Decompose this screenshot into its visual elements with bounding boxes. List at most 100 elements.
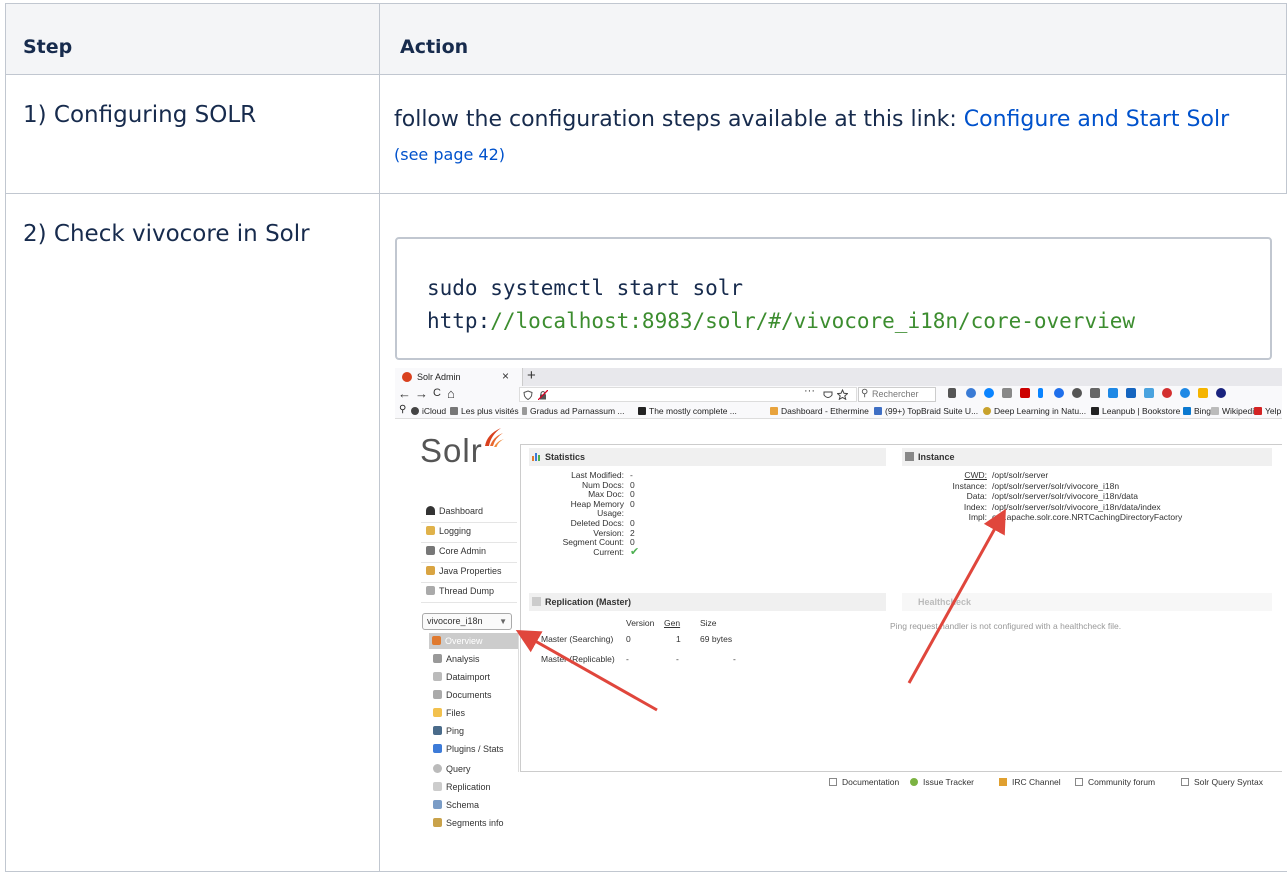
page-ref-link[interactable]: (see page 42) — [394, 145, 505, 164]
core-nav-segments-info[interactable]: Segments info — [433, 818, 504, 828]
core-nav-documents[interactable]: Documents — [433, 690, 492, 700]
logging-icon — [426, 526, 435, 535]
core-nav-label: Schema — [446, 800, 480, 810]
sidebar-item-core-admin[interactable]: Core Admin — [426, 546, 486, 556]
bookmark-mostly-complete[interactable]: The mostly complete ... — [638, 406, 737, 416]
forward-icon[interactable]: → — [415, 386, 428, 401]
new-tab-icon[interactable]: + — [527, 368, 536, 384]
divider — [421, 562, 517, 563]
stat-key: Version: — [593, 527, 624, 538]
healthcheck-title: Healthcheck — [918, 597, 972, 607]
extension-11-icon[interactable] — [1144, 388, 1154, 398]
instance-key: Data: — [966, 491, 987, 501]
bookmark-wikipedia[interactable]: Wikipedia — [1211, 406, 1259, 416]
syntax-icon — [1181, 778, 1189, 786]
thread-dump-icon — [426, 586, 435, 595]
sidebar-label: Logging — [439, 526, 472, 536]
pdf-icon[interactable] — [1020, 388, 1030, 398]
reload-icon[interactable]: C — [433, 387, 441, 399]
configure-solr-link[interactable]: Configure and Start Solr — [964, 107, 1229, 132]
library-icon[interactable] — [948, 388, 956, 398]
extension-3-icon[interactable] — [1002, 388, 1012, 398]
footer-issue-tracker[interactable]: Issue Tracker — [910, 777, 974, 787]
bookmark-label: iCloud — [422, 406, 447, 416]
extension-7-icon[interactable] — [1072, 388, 1082, 398]
bookmark-bing[interactable]: Bing — [1183, 406, 1211, 416]
footer-community-forum[interactable]: Community forum — [1075, 777, 1155, 787]
core-selector[interactable]: vivocore_i18n ▼ — [422, 613, 512, 630]
bookmarks-search-icon[interactable]: ⚲ — [399, 404, 406, 415]
home-icon[interactable]: ⌂ — [447, 386, 455, 401]
search-input[interactable]: ⚲ Rechercher — [858, 387, 936, 402]
browser-tabbar: Solr Admin × + — [395, 368, 1282, 386]
code-line-1: sudo systemctl start solr — [427, 276, 744, 300]
repl-row-version: - — [626, 654, 629, 664]
instance-key: CWD: — [964, 470, 987, 480]
footer-irc-channel[interactable]: IRC Channel — [999, 777, 1061, 787]
yelp-icon — [1254, 407, 1262, 415]
back-icon[interactable]: ← — [398, 386, 411, 401]
bookmark-label: Dashboard - Ethermine — [781, 406, 869, 416]
core-nav-analysis[interactable]: Analysis — [433, 654, 480, 664]
bookmark-leanpub[interactable]: Leanpub | Bookstore — [1091, 406, 1180, 416]
pocket-icon[interactable] — [823, 390, 833, 400]
extension-1-icon[interactable] — [966, 388, 976, 398]
solr-flame-icon — [485, 428, 504, 447]
repl-col-size: Size — [700, 618, 717, 628]
core-nav-label: Overview — [445, 636, 483, 646]
repl-row-label: Master (Replicable) — [541, 654, 615, 664]
divider — [518, 632, 519, 772]
extension-8-icon[interactable] — [1090, 388, 1100, 398]
extension-12-icon[interactable] — [1162, 388, 1172, 398]
extension-15-icon[interactable] — [1216, 388, 1226, 398]
page-actions-icon[interactable]: ··· — [804, 385, 815, 397]
browser-tab[interactable]: Solr Admin × — [395, 368, 523, 386]
core-nav-dataimport[interactable]: Dataimport — [433, 672, 490, 682]
row2-step: 2) Check vivocore in Solr — [23, 221, 310, 247]
extension-14-icon[interactable] — [1198, 388, 1208, 398]
bookmark-ethermine[interactable]: Dashboard - Ethermine — [770, 406, 869, 416]
core-nav-schema[interactable]: Schema — [433, 800, 479, 810]
solr-admin-screenshot: Solr Admin × + ← → C ⌂ ··· ⚲ Rechercher — [395, 368, 1282, 838]
wikipedia-icon — [1211, 407, 1219, 415]
bookmark-most-visited[interactable]: Les plus visités — [450, 406, 519, 416]
core-nav-files[interactable]: Files — [433, 708, 465, 718]
core-nav-label: Replication — [446, 782, 491, 792]
bookmark-icloud[interactable]: iCloud — [411, 406, 446, 416]
bookmark-star-icon[interactable] — [837, 389, 848, 400]
core-nav-plugins[interactable]: Plugins / Stats — [433, 744, 504, 754]
extension-6-icon[interactable] — [1054, 388, 1064, 398]
extension-9-icon[interactable] — [1108, 388, 1118, 398]
bookmark-deep-learning[interactable]: Deep Learning in Natu... — [983, 406, 1086, 416]
sidebar-item-thread-dump[interactable]: Thread Dump — [426, 586, 494, 596]
extension-2-icon[interactable] — [984, 388, 994, 398]
extension-10-icon[interactable] — [1126, 388, 1136, 398]
core-nav-replication[interactable]: Replication — [433, 782, 491, 792]
bookmark-gradus[interactable]: Gradus ad Parnassum ... — [522, 406, 625, 416]
extension-5-icon[interactable] — [1038, 388, 1043, 398]
ethermine-icon — [770, 407, 778, 415]
music-icon — [522, 407, 527, 415]
dashboard-icon — [426, 506, 435, 515]
url-bar[interactable]: ··· — [519, 385, 857, 402]
solr-logo[interactable]: Solr — [420, 432, 483, 470]
row1-action-text: follow the configuration steps available… — [394, 107, 964, 132]
funnel-icon — [433, 654, 442, 663]
footer-documentation[interactable]: Documentation — [829, 777, 899, 787]
core-nav-ping[interactable]: Ping — [433, 726, 464, 736]
core-nav-overview[interactable]: Overview — [429, 633, 519, 649]
sidebar-item-logging[interactable]: Logging — [426, 526, 471, 536]
bookmark-yelp[interactable]: Yelp — [1254, 406, 1281, 416]
footer-query-syntax[interactable]: Solr Query Syntax — [1181, 777, 1263, 787]
extension-13-icon[interactable] — [1180, 388, 1190, 398]
sidebar-item-dashboard[interactable]: Dashboard — [426, 506, 483, 516]
browser-navbar: ← → C ⌂ ··· ⚲ Rechercher — [395, 385, 1282, 403]
core-admin-icon — [426, 546, 435, 555]
instance-icon — [905, 452, 914, 461]
repl-row-gen: - — [676, 654, 679, 664]
sidebar-item-java-properties[interactable]: Java Properties — [426, 566, 502, 576]
bookmark-topbraid[interactable]: (99+) TopBraid Suite U... — [874, 406, 978, 416]
code-url-path: //localhost:8983/solr/#/vivocore_i18n/co… — [490, 309, 1136, 333]
tab-close-icon[interactable]: × — [502, 369, 509, 383]
core-nav-query[interactable]: Query — [433, 764, 471, 774]
